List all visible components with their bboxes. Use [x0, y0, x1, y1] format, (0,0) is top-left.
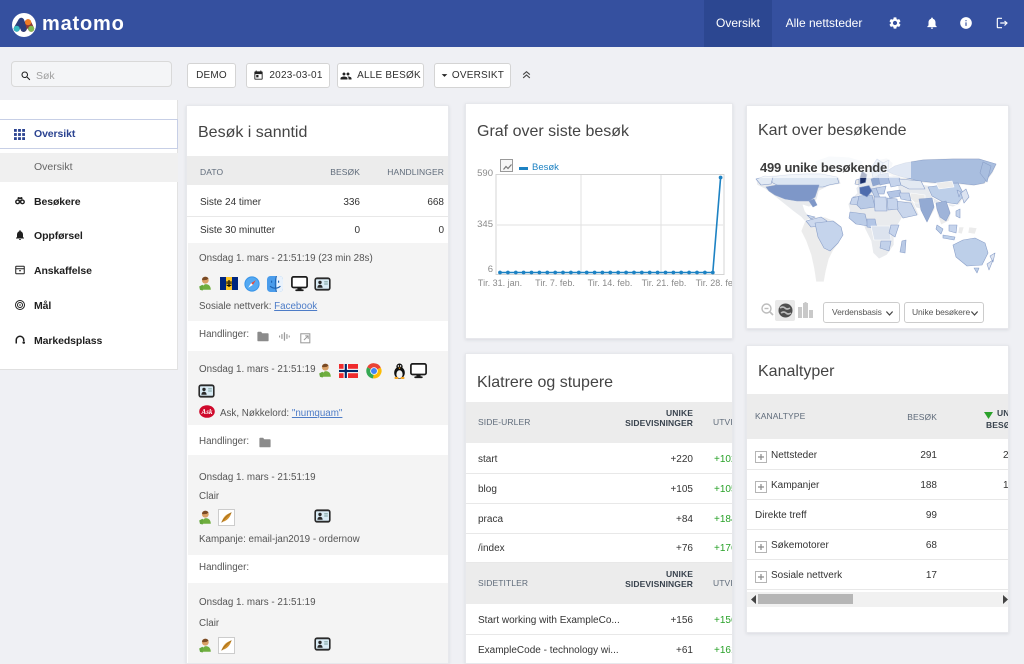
svg-text:Ask: Ask — [201, 408, 213, 416]
